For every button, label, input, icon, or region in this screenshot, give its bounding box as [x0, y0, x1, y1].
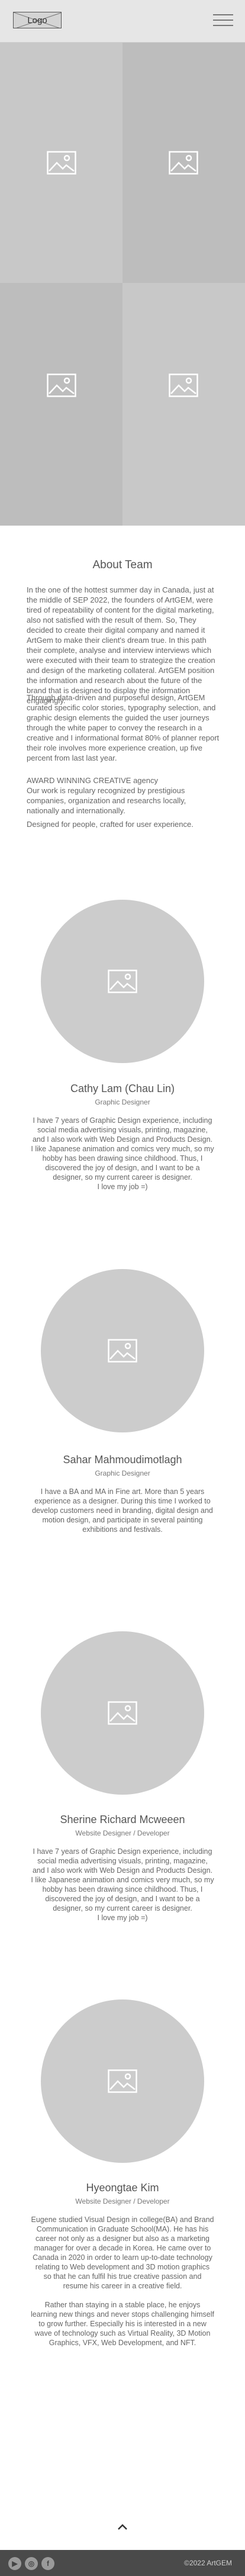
site-footer: ▶ ◎ f ©2022 ArtGEM	[0, 2550, 245, 2576]
member-role: Graphic Designer	[95, 1098, 150, 1106]
image-placeholder-icon	[108, 970, 137, 993]
image-placeholder-icon	[108, 1701, 137, 1725]
chevron-up-icon[interactable]	[117, 2523, 128, 2531]
member-photo	[41, 1631, 204, 1795]
hero-image-4	[122, 283, 245, 526]
about-paragraph: In the one of the hottest summer day in …	[27, 585, 215, 705]
member-photo	[41, 1269, 204, 1432]
instagram-icon[interactable]: ◎	[25, 2557, 38, 2570]
image-placeholder-icon	[47, 151, 76, 175]
member-photo	[41, 1999, 204, 2163]
member-name: Sahar Mahmoudimotlagh	[63, 1454, 182, 1466]
about-title: About Team	[92, 559, 153, 571]
about-paragraph: Through data-driven and purposeful desig…	[27, 693, 220, 762]
logo-text: Logo	[27, 15, 47, 25]
image-placeholder-icon	[169, 151, 198, 175]
member-role: Graphic Designer	[95, 1469, 150, 1477]
member-name: Sherine Richard Mcweeen	[60, 1814, 185, 1825]
about-paragraph: AWARD WINNING CREATIVE agency Our work i…	[27, 776, 186, 815]
hamburger-menu-icon[interactable]	[213, 12, 233, 28]
member-bio: I have a BA and MA in Fine art. More tha…	[32, 1487, 213, 1534]
image-placeholder-icon	[108, 1339, 137, 1363]
facebook-icon[interactable]: f	[41, 2557, 54, 2570]
about-paragraph: Designed for people, crafted for user ex…	[27, 820, 194, 829]
member-name: Hyeongtae Kim	[86, 2182, 159, 2194]
image-placeholder-icon	[47, 373, 76, 397]
youtube-icon[interactable]: ▶	[8, 2557, 21, 2570]
copyright-text: ©2022 ArtGEM	[184, 2559, 232, 2567]
member-bio: Eugene studied Visual Design in college(…	[31, 2216, 214, 2347]
hero-image-1	[0, 43, 122, 283]
image-placeholder-icon	[169, 373, 198, 397]
member-bio: I have 7 years of Graphic Design experie…	[31, 1847, 214, 1922]
site-header: Logo	[0, 0, 245, 43]
hero-image-2	[122, 43, 245, 283]
member-photo	[41, 900, 204, 1063]
member-name: Cathy Lam (Chau Lin)	[70, 1083, 175, 1094]
image-placeholder-icon	[108, 2069, 137, 2093]
hero-image-3	[0, 283, 122, 526]
member-role: Website Designer / Developer	[75, 2197, 170, 2205]
member-role: Website Designer / Developer	[75, 1829, 170, 1837]
member-bio: I have 7 years of Graphic Design experie…	[31, 1116, 214, 1191]
logo[interactable]: Logo	[13, 12, 62, 28]
